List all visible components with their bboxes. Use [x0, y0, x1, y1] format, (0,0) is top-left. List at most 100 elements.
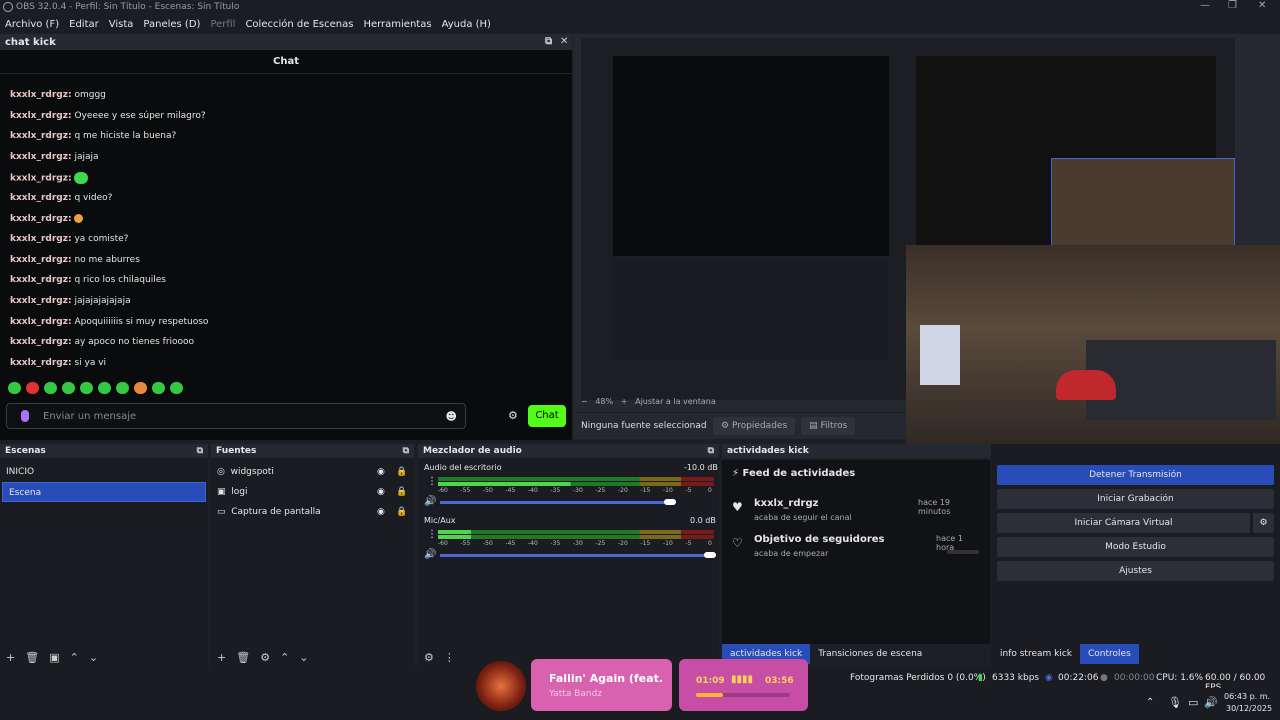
chat-text: Apoquiiiiiis si muy respetuoso	[74, 316, 209, 327]
chat-username[interactable]: kxxlx_rdrgz:	[10, 255, 72, 265]
zoom-minus[interactable]: −	[581, 397, 588, 406]
fader-knob[interactable]	[663, 499, 676, 505]
chat-username[interactable]: kxxlx_rdrgz:	[10, 296, 72, 306]
close-dock-icon[interactable]: ✕	[560, 36, 568, 47]
chat-send-button[interactable]: Chat	[528, 405, 566, 427]
source-item[interactable]: ◎ widgspoti ◉ 🔒	[211, 462, 414, 482]
menu-scene-collection[interactable]: Colección de Escenas	[240, 19, 358, 30]
scene-item[interactable]: INICIO	[0, 462, 208, 482]
eye-icon[interactable]: ◉	[377, 462, 385, 482]
gear-icon[interactable]: ⚙	[260, 651, 270, 664]
advanced-audio-icon[interactable]: ⚙	[424, 651, 434, 664]
settings-button[interactable]: Ajustes	[997, 561, 1274, 581]
menu-tools[interactable]: Herramientas	[358, 19, 436, 30]
add-icon[interactable]: +	[217, 651, 226, 664]
chat-username[interactable]: kxxlx_rdrgz:	[10, 358, 72, 368]
emote-icon[interactable]	[62, 382, 75, 394]
zoom-plus[interactable]: +	[621, 397, 628, 406]
eye-icon[interactable]: ◉	[377, 482, 385, 502]
properties-button[interactable]: ⚙ Propiedades	[713, 417, 796, 435]
maximize-icon[interactable]: ❐	[1228, 0, 1237, 11]
chat-username[interactable]: kxxlx_rdrgz:	[10, 234, 72, 244]
fader-knob[interactable]	[704, 552, 716, 558]
chat-username[interactable]: kxxlx_rdrgz:	[10, 337, 72, 347]
close-icon[interactable]: ✕	[1258, 0, 1266, 11]
clock-date[interactable]: 30/12/2025	[1226, 704, 1272, 713]
lock-icon[interactable]: 🔒	[396, 482, 407, 502]
scene-item-selected[interactable]: Escena	[2, 482, 206, 502]
chat-username[interactable]: kxxlx_rdrgz:	[10, 111, 72, 121]
emote-icon[interactable]	[116, 382, 129, 394]
source-item[interactable]: ▣ logi ◉ 🔒	[211, 482, 414, 502]
emote-icon[interactable]	[80, 382, 93, 394]
emote-icon[interactable]	[152, 382, 165, 394]
mic-icon	[21, 410, 29, 422]
chat-username[interactable]: kxxlx_rdrgz:	[10, 317, 72, 327]
emote-icon[interactable]	[44, 382, 57, 394]
lock-icon[interactable]: 🔒	[396, 502, 407, 522]
volume-fader[interactable]	[440, 501, 670, 504]
volume-fader[interactable]	[440, 554, 710, 557]
mic-tray-icon[interactable]: 🎙	[1168, 696, 1182, 709]
lock-icon[interactable]: 🔒	[396, 462, 407, 482]
volume-icon[interactable]: 🔊	[1204, 696, 1218, 709]
chat-username[interactable]: kxxlx_rdrgz:	[10, 174, 72, 184]
chat-username[interactable]: kxxlx_rdrgz:	[10, 214, 72, 224]
menu-profile[interactable]: Perfil	[205, 19, 240, 30]
menu-help[interactable]: Ayuda (H)	[437, 19, 496, 30]
emote-icon[interactable]	[26, 382, 39, 394]
clock-time[interactable]: 06:43 p. m.	[1224, 692, 1270, 701]
chat-text: omggg	[74, 90, 106, 100]
channel-menu-icon[interactable]: ⋮	[427, 476, 437, 487]
chat-username[interactable]: kxxlx_rdrgz:	[10, 90, 72, 100]
chat-username[interactable]: kxxlx_rdrgz:	[10, 275, 72, 285]
eye-icon[interactable]: ◉	[377, 502, 385, 522]
menu-edit[interactable]: Editar	[64, 19, 104, 30]
float-icon[interactable]: ⧉	[545, 36, 552, 47]
down-icon[interactable]: ⌄	[89, 651, 98, 664]
dock-float-icon[interactable]: ⧉	[403, 444, 409, 458]
menu-docks[interactable]: Paneles (D)	[138, 19, 205, 30]
stop-stream-button[interactable]: Detener Transmisión	[997, 465, 1274, 485]
virtual-camera-settings-icon[interactable]: ⚙	[1253, 513, 1274, 533]
filters-button[interactable]: ▤ Filtros	[801, 417, 856, 435]
menu-view[interactable]: Vista	[104, 19, 139, 30]
trash-icon[interactable]: 🗑	[236, 651, 250, 664]
chat-username[interactable]: kxxlx_rdrgz:	[10, 131, 72, 141]
tab-transitions[interactable]: Transiciones de escena	[810, 644, 930, 664]
chat-settings-icon[interactable]: ⚙	[508, 409, 518, 422]
source-item[interactable]: ▭ Captura de pantalla ◉ 🔒	[211, 502, 414, 522]
emote-icon[interactable]	[8, 382, 21, 394]
zoom-fit[interactable]: Ajustar a la ventana	[635, 397, 716, 406]
tab-controls[interactable]: Controles	[1080, 644, 1139, 664]
up-icon[interactable]: ⌃	[70, 651, 79, 664]
dock-float-icon[interactable]: ⧉	[708, 444, 714, 458]
chat-input[interactable]: Enviar un mensaje ☻	[6, 403, 466, 429]
webcam-overlay	[906, 245, 1280, 455]
emoji-icon[interactable]: ☻	[446, 410, 457, 423]
emote-icon[interactable]	[98, 382, 111, 394]
emote-icon[interactable]	[170, 382, 183, 394]
studio-mode-button[interactable]: Modo Estudio	[997, 537, 1274, 557]
channel-menu-icon[interactable]: ⋮	[427, 529, 437, 540]
virtual-camera-button[interactable]: Iniciar Cámara Virtual	[997, 513, 1250, 533]
up-icon[interactable]: ⌃	[280, 651, 289, 664]
add-icon[interactable]: +	[6, 651, 15, 664]
speaker-icon[interactable]: 🔊	[424, 496, 436, 507]
network-icon[interactable]: ▭	[1188, 696, 1198, 709]
dock-float-icon[interactable]: ⧉	[197, 444, 203, 458]
start-recording-button[interactable]: Iniciar Grabación	[997, 489, 1274, 509]
chat-username[interactable]: kxxlx_rdrgz:	[10, 193, 72, 203]
record-icon: ●	[1100, 673, 1108, 683]
trash-icon[interactable]: 🗑	[25, 651, 39, 664]
minimize-icon[interactable]: —	[1200, 0, 1210, 11]
tab-stream-info[interactable]: info stream kick	[992, 644, 1080, 664]
down-icon[interactable]: ⌄	[299, 651, 308, 664]
menu-file[interactable]: Archivo (F)	[0, 19, 64, 30]
mixer-menu-icon[interactable]: ⋮	[444, 651, 455, 664]
tray-chevron-icon[interactable]: ⌃	[1146, 697, 1154, 708]
chat-username[interactable]: kxxlx_rdrgz:	[10, 152, 72, 162]
filter-icon[interactable]: ▣	[49, 651, 59, 664]
speaker-icon[interactable]: 🔊	[424, 549, 436, 560]
emote-icon[interactable]	[134, 382, 147, 394]
